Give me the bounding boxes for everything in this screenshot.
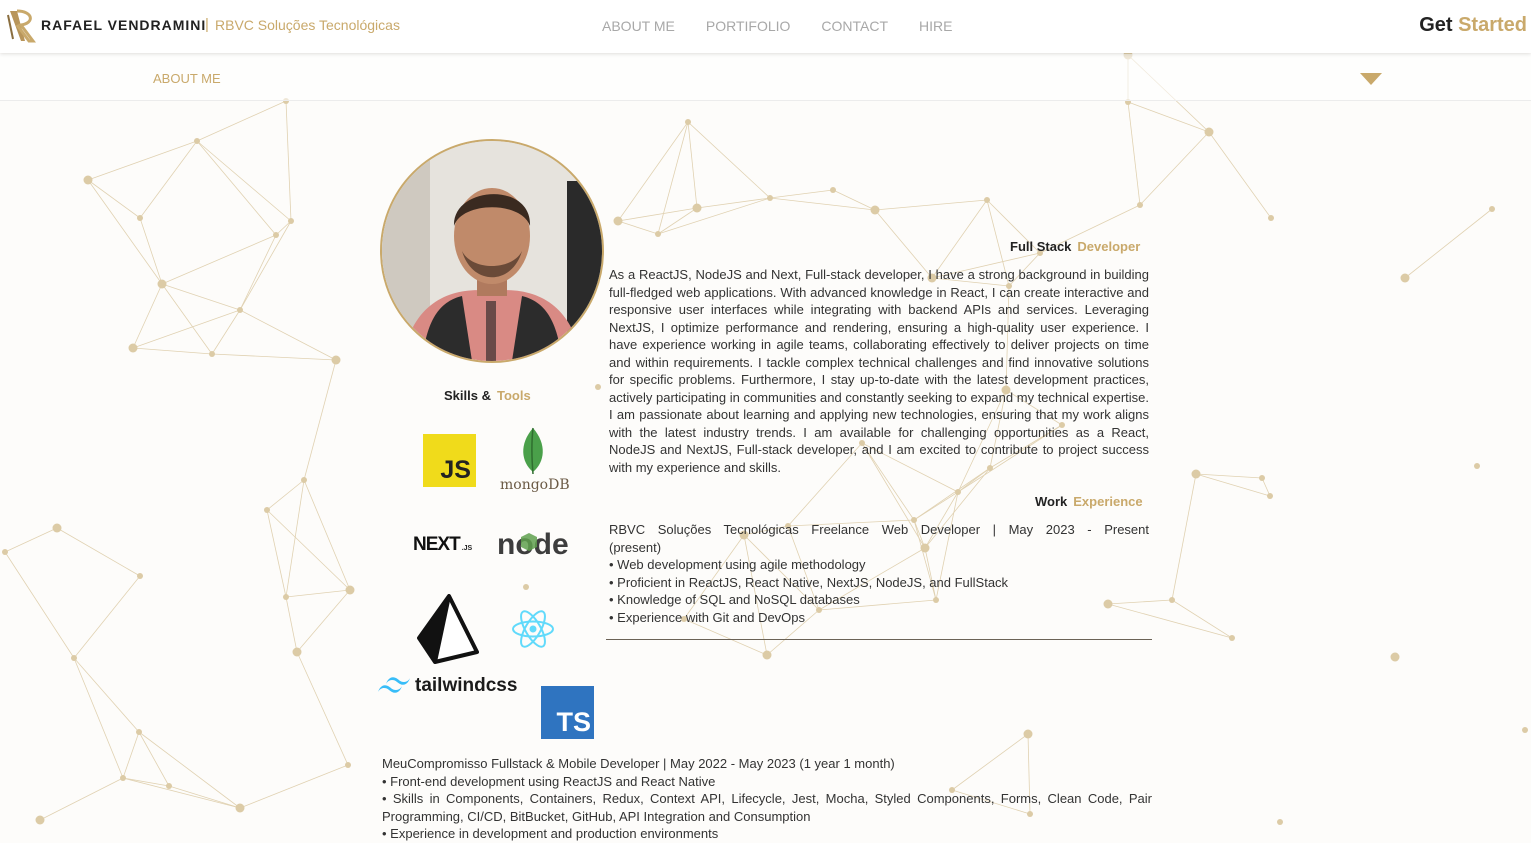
javascript-logo: JS	[423, 434, 476, 487]
section-subheader: ABOUT ME	[0, 54, 1531, 101]
mongodb-logo-text: mongoDB	[500, 477, 570, 493]
job-bullet: • Experience with Git and DevOps	[609, 609, 806, 625]
job-entry-rbvc: RBVC Soluções Tecnológicas Freelance Web…	[609, 521, 1149, 626]
nav-about-me[interactable]: ABOUT ME	[597, 18, 680, 34]
prisma-icon	[417, 594, 479, 664]
nextjs-logo: NEXT .JS	[413, 534, 493, 558]
job-bullet: • Experience in development and producti…	[382, 826, 719, 841]
nav-portfolio[interactable]: PORTIFOLIO	[701, 18, 796, 34]
rv-monogram-icon[interactable]	[7, 9, 39, 43]
profile-photo-illustration	[382, 141, 602, 361]
work-heading-part1: Work	[1035, 494, 1068, 509]
javascript-logo-text: JS	[440, 456, 471, 484]
job-bullet: • Web development using agile methodolog…	[609, 557, 866, 572]
cta-word-started: Started	[1458, 14, 1527, 36]
react-logo	[511, 609, 555, 649]
work-heading: Work Experience	[1035, 494, 1143, 509]
skills-heading: Skills & Tools	[444, 388, 531, 403]
nav-contact[interactable]: CONTACT	[816, 18, 893, 34]
role-heading-part2: Developer	[1077, 239, 1141, 254]
job-title: RBVC Soluções Tecnológicas Freelance Web…	[609, 522, 1149, 537]
cta-word-get: Get	[1419, 14, 1453, 36]
job-bullet: • Proficient in ReactJS, React Native, N…	[609, 574, 1009, 590]
brand-name: RAFAEL VENDRAMINI	[41, 17, 207, 33]
main-nav: ABOUT ME PORTIFOLIO CONTACT HIRE	[597, 18, 958, 34]
typescript-logo: TS	[541, 686, 594, 739]
bio-paragraph: As a ReactJS, NodeJS and Next, Full-stac…	[609, 267, 1149, 475]
nextjs-logo-suffix: .JS	[461, 545, 473, 552]
nodejs-wordmark-icon: node	[497, 528, 569, 561]
tailwind-wave-icon	[378, 677, 410, 693]
about-content: Full Stack Developer As a ReactJS, NodeJS…	[0, 0, 1531, 841]
mongodb-leaf-icon	[523, 427, 543, 475]
job-title: MeuCompromisso Fullstack & Mobile Develo…	[382, 756, 895, 771]
job-entry-meucompromisso: MeuCompromisso Fullstack & Mobile Develo…	[382, 755, 1152, 843]
nodejs-logo: node	[497, 527, 571, 561]
skills-heading-part2: Tools	[496, 388, 531, 403]
triangle-down-icon[interactable]	[1360, 73, 1382, 85]
job-bullet: • Knowledge of SQL and NoSQL databases	[609, 592, 860, 607]
skills-heading-part1: Skills &	[444, 388, 491, 403]
brand-separator: |	[205, 16, 209, 33]
nav-hire[interactable]: HIRE	[914, 18, 957, 34]
tailwindcss-logo-text: tailwindcss	[415, 675, 518, 696]
job-divider	[606, 639, 1152, 640]
get-started-button[interactable]: Get Started	[1419, 14, 1527, 37]
tailwindcss-logo: tailwindcss	[378, 674, 523, 698]
react-atom-icon	[512, 610, 554, 648]
work-heading-part2: Experience	[1073, 494, 1143, 509]
role-heading-part1: Full Stack	[1010, 239, 1072, 254]
job-bullet: • Front-end development using ReactJS an…	[382, 773, 716, 789]
job-bullet: • Skills in Components, Containers, Redu…	[382, 791, 1152, 824]
profile-photo	[380, 139, 604, 363]
mongodb-logo: mongoDB	[497, 426, 570, 494]
nextjs-logo-text: NEXT	[413, 534, 461, 555]
role-heading: Full Stack Developer	[1010, 239, 1140, 254]
typescript-logo-text: TS	[556, 707, 591, 737]
prisma-logo	[417, 594, 479, 664]
section-title-about-me[interactable]: ABOUT ME	[153, 71, 221, 86]
job-title-continued: (present)	[609, 539, 662, 555]
brand-subtitle: RBVC Soluções Tecnológicas	[215, 17, 400, 33]
top-navbar: RAFAEL VENDRAMINI | RBVC Soluções Tecnol…	[0, 0, 1531, 53]
